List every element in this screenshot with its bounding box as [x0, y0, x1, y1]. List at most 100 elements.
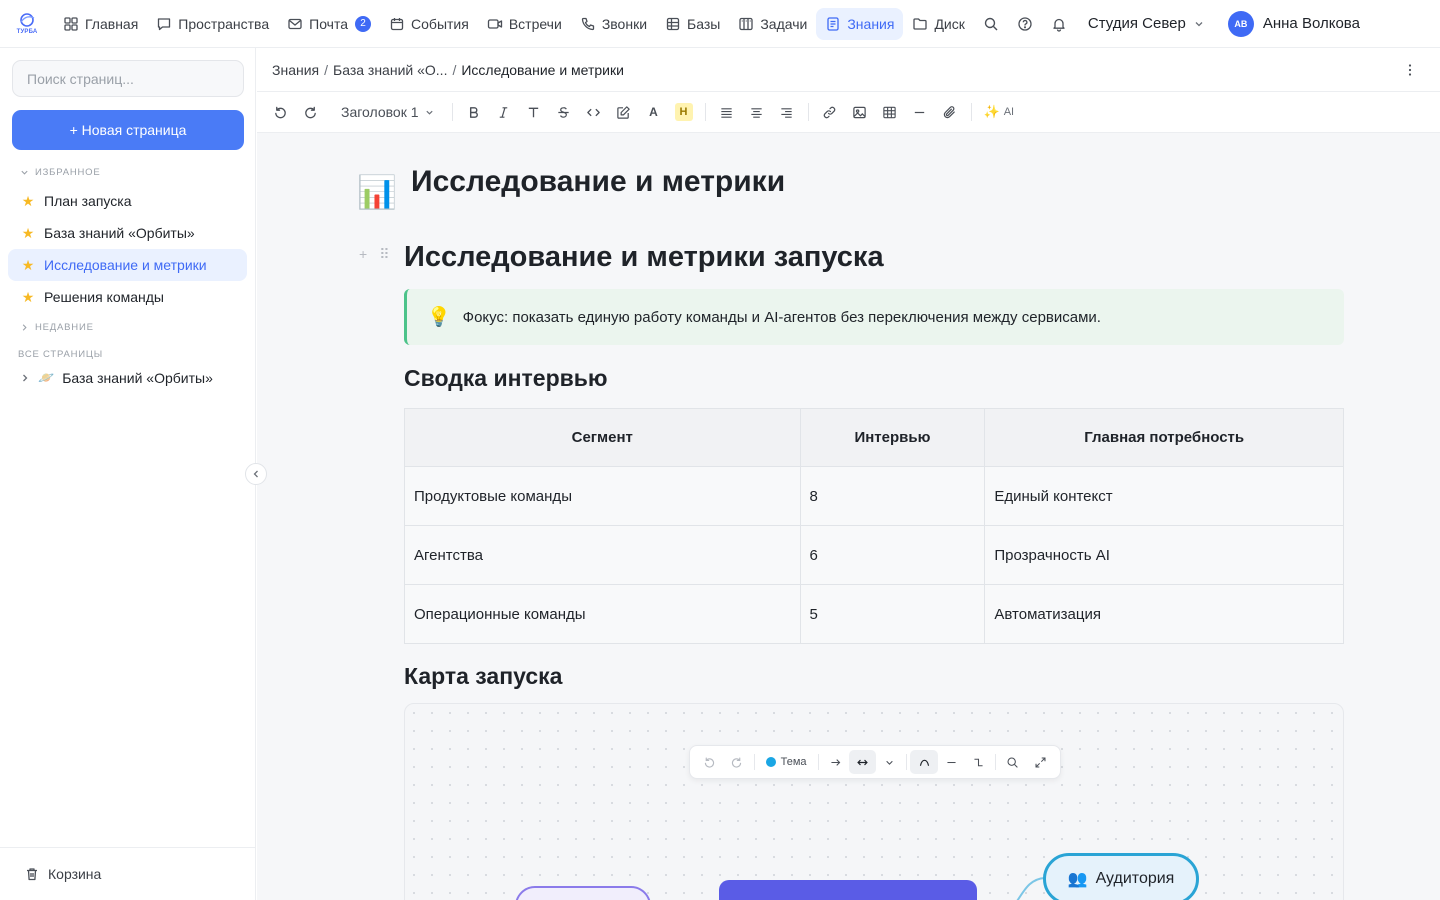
calendar-icon	[390, 17, 404, 30]
page-search-input[interactable]	[12, 60, 244, 97]
nav-tasks[interactable]: Задачи	[729, 8, 816, 40]
code-button[interactable]	[579, 97, 609, 127]
elbow-line-button[interactable]	[965, 750, 992, 774]
theme-label: Тема	[780, 756, 807, 768]
trash-button[interactable]: Корзина	[0, 847, 256, 900]
attach-button[interactable]	[935, 97, 965, 127]
new-page-button[interactable]: + Новая страница	[12, 110, 244, 150]
image-button[interactable]	[845, 97, 875, 127]
favorites-section-toggle[interactable]: ИЗБРАННОЕ	[20, 167, 101, 178]
straight-line-button[interactable]	[938, 750, 965, 774]
mindmap-node[interactable]	[515, 886, 651, 900]
chevron-left-icon	[253, 470, 258, 478]
page-icon[interactable]: 📊	[357, 173, 397, 211]
heading-1[interactable]: Исследование и метрики запуска	[404, 241, 884, 274]
link-button[interactable]	[815, 97, 845, 127]
workspace-switcher[interactable]: Студия Север	[1088, 15, 1204, 32]
add-block-icon[interactable]: +	[359, 246, 367, 263]
mindmap-board[interactable]: Тема 👥 Аудитория	[404, 703, 1344, 900]
sidebar-item-label: Решения команды	[44, 289, 164, 305]
avatar: АВ	[1227, 10, 1254, 37]
search-button[interactable]	[974, 8, 1008, 40]
table-cell[interactable]: Прозрачность AI	[984, 525, 1344, 585]
mindmap-redo-button[interactable]	[723, 750, 750, 774]
heading-style-select[interactable]: Заголовок 1	[325, 104, 446, 120]
drag-handle-icon[interactable]: ⠿	[379, 246, 389, 263]
mindmap-node-audience[interactable]: 👥 Аудитория	[1043, 853, 1199, 900]
text-style-button[interactable]	[519, 97, 549, 127]
layout-right-button[interactable]	[821, 750, 848, 774]
heading-interviews[interactable]: Сводка интервью	[404, 365, 608, 392]
strikethrough-button[interactable]	[549, 97, 579, 127]
mindmap-undo-button[interactable]	[696, 750, 723, 774]
app-logo[interactable]: ТУРБА	[0, 0, 54, 48]
align-center-button[interactable]	[742, 97, 772, 127]
user-menu[interactable]: АВ Анна Волкова	[1227, 10, 1360, 37]
user-name: Анна Волкова	[1262, 15, 1360, 32]
toolbar-divider	[970, 103, 972, 121]
nav-calls[interactable]: Звонки	[571, 8, 656, 40]
table-cell[interactable]: 6	[799, 525, 986, 585]
notifications-button[interactable]	[1042, 8, 1076, 40]
heading-launch-map[interactable]: Карта запуска	[404, 663, 562, 690]
layout-dropdown-button[interactable]	[876, 750, 903, 774]
nav-knowledge[interactable]: Знания	[816, 7, 904, 40]
nav-home[interactable]: Главная	[54, 8, 147, 40]
mindmap-node-label: Аудитория	[1095, 870, 1175, 887]
tree-item-knowledge-base[interactable]: 🪐 База знаний «Орбиты»	[20, 370, 213, 386]
elbow-icon	[974, 758, 983, 766]
table-cell[interactable]: 8	[799, 466, 986, 526]
table-cell[interactable]: Агентства	[404, 525, 801, 585]
help-button[interactable]	[1008, 8, 1042, 40]
bold-button[interactable]	[459, 97, 489, 127]
nav-mail[interactable]: Почта 2	[278, 8, 380, 40]
nav-disk[interactable]: Диск	[903, 8, 973, 40]
sidebar-item-knowledge-base[interactable]: ★ База знаний «Орбиты»	[8, 217, 247, 249]
breadcrumb-parent[interactable]: База знаний «О...	[333, 62, 447, 78]
curve-line-button[interactable]	[910, 750, 938, 774]
table-header-cell[interactable]: Сегмент	[404, 408, 801, 467]
nav-bases[interactable]: Базы	[656, 8, 729, 40]
table-cell[interactable]: Продуктовые команды	[404, 466, 801, 526]
nav-events[interactable]: События	[380, 8, 478, 40]
sidebar-item-launch-plan[interactable]: ★ План запуска	[8, 185, 247, 217]
mindmap-zoom-button[interactable]	[999, 750, 1026, 774]
text-color-button[interactable]: A	[639, 97, 669, 127]
page-title[interactable]: Исследование и метрики	[411, 165, 785, 199]
nav-meetings[interactable]: Встречи	[478, 8, 571, 40]
video-icon	[487, 18, 502, 29]
collapse-sidebar-button[interactable]	[245, 463, 267, 485]
mindmap-root-node[interactable]	[719, 880, 977, 900]
recent-section-toggle[interactable]: НЕДАВНИЕ	[20, 322, 94, 333]
nav-spaces[interactable]: Пространства	[147, 8, 278, 40]
toolbar-divider	[906, 754, 908, 770]
undo-button[interactable]	[265, 97, 295, 127]
sidebar-item-team-decisions[interactable]: ★ Решения команды	[8, 281, 247, 313]
highlight-button[interactable]: H	[669, 97, 699, 127]
table-button[interactable]	[875, 97, 905, 127]
divider-button[interactable]	[905, 97, 935, 127]
sidebar-item-research-metrics[interactable]: ★ Исследование и метрики	[8, 249, 247, 281]
align-right-button[interactable]	[772, 97, 802, 127]
redo-button[interactable]	[295, 97, 325, 127]
table-cell[interactable]: Единый контекст	[984, 466, 1344, 526]
align-left-button[interactable]	[712, 97, 742, 127]
more-vertical-icon[interactable]	[1402, 62, 1418, 78]
chevron-right-icon[interactable]	[20, 373, 30, 383]
table-header-cell[interactable]: Интервью	[799, 408, 986, 467]
chevron-down-icon	[886, 760, 893, 765]
layout-both-button[interactable]	[848, 750, 877, 774]
mindmap-fullscreen-button[interactable]	[1027, 750, 1054, 774]
breadcrumb-root[interactable]: Знания	[272, 62, 319, 78]
table-header-cell[interactable]: Главная потребность	[984, 408, 1344, 467]
callout-block[interactable]: 💡 Фокус: показать единую работу команды …	[404, 289, 1344, 345]
edit-button[interactable]	[609, 97, 639, 127]
table-cell[interactable]: 5	[799, 584, 986, 644]
italic-button[interactable]	[489, 97, 519, 127]
table-cell[interactable]: Автоматизация	[984, 584, 1344, 644]
ai-button[interactable]: ✨ AI	[984, 104, 1015, 120]
workspace-name: Студия Север	[1087, 15, 1186, 32]
interviews-table[interactable]: Сегмент Интервью Главная потребность Про…	[404, 408, 1344, 644]
theme-button[interactable]: Тема	[758, 756, 815, 768]
table-cell[interactable]: Операционные команды	[404, 584, 801, 644]
